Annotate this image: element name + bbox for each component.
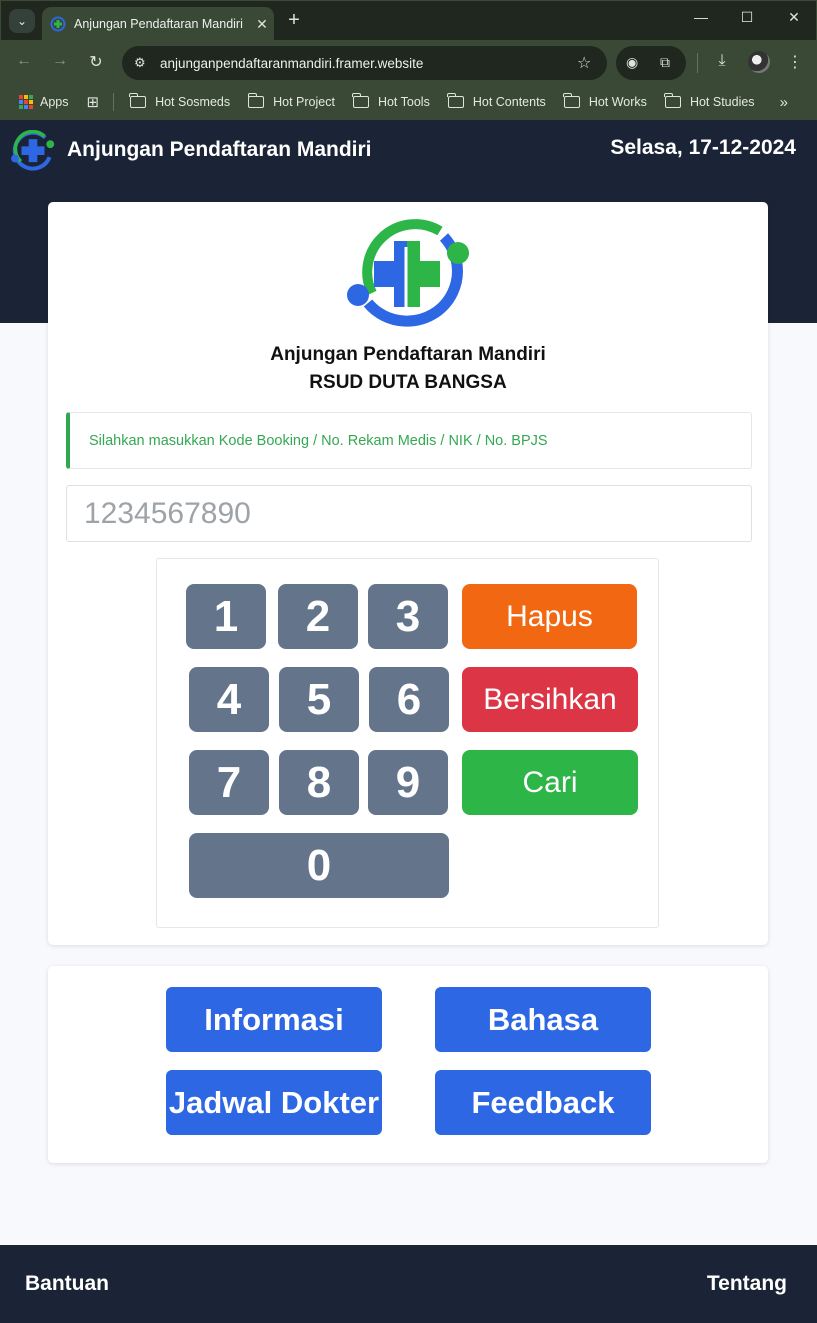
footer: Bantuan Tentang bbox=[0, 1245, 817, 1323]
bookmark-label: Hot Sosmeds bbox=[155, 95, 231, 109]
tentang-link[interactable]: Tentang bbox=[707, 1272, 787, 1296]
new-tab-icon[interactable]: + bbox=[284, 9, 304, 32]
cari-button[interactable]: Cari bbox=[462, 750, 638, 815]
tab-search-button[interactable]: ⌄ bbox=[9, 9, 35, 33]
bookmark-star-icon[interactable]: ☆ bbox=[577, 53, 607, 73]
jadwal-dokter-button[interactable]: Jadwal Dokter bbox=[166, 1070, 382, 1135]
bantuan-link[interactable]: Bantuan bbox=[25, 1272, 109, 1296]
download-icon[interactable]: ⤓ bbox=[711, 52, 733, 70]
folder-icon bbox=[664, 93, 681, 108]
bookmark-label: Hot Contents bbox=[472, 95, 546, 109]
bookmark-label: Hot Project bbox=[273, 95, 335, 109]
camera-icon[interactable]: ◉ bbox=[626, 54, 638, 71]
bookmark-folder[interactable]: Hot Studies bbox=[664, 93, 755, 109]
bookmark-apps[interactable]: Apps bbox=[19, 95, 69, 109]
kebab-menu-icon[interactable]: ⋮ bbox=[784, 52, 806, 72]
key-5[interactable]: 5 bbox=[279, 667, 359, 732]
key-9[interactable]: 9 bbox=[368, 750, 448, 815]
folder-icon bbox=[247, 93, 265, 108]
card-title-line1: Anjungan Pendaftaran Mandiri bbox=[270, 344, 546, 365]
bookmark-folder[interactable]: Hot Works bbox=[563, 93, 647, 109]
hospital-logo-icon bbox=[11, 130, 55, 171]
bookmarks-bar: Apps ⊞ Hot Sosmeds Hot Project Hot Tools… bbox=[0, 84, 817, 120]
header-date: Selasa, 17-12-2024 bbox=[610, 136, 796, 159]
key-7[interactable]: 7 bbox=[189, 750, 269, 815]
bookmarks-overflow-icon[interactable]: » bbox=[780, 94, 788, 111]
header-title: Anjungan Pendaftaran Mandiri bbox=[67, 138, 372, 161]
reload-icon[interactable]: ↻ bbox=[85, 52, 107, 72]
bookmark-label: Hot Tools bbox=[377, 95, 430, 109]
bookmark-label: Hot Studies bbox=[689, 95, 755, 109]
folder-icon bbox=[447, 93, 464, 108]
bahasa-button[interactable]: Bahasa bbox=[435, 987, 651, 1052]
bookmark-folder[interactable]: Hot Contents bbox=[447, 93, 546, 109]
bookmark-label: Hot Works bbox=[588, 95, 647, 109]
folder-icon bbox=[563, 93, 580, 108]
forward-icon[interactable]: → bbox=[49, 52, 71, 70]
key-4[interactable]: 4 bbox=[189, 667, 269, 732]
maximize-icon[interactable]: ☐ bbox=[732, 9, 762, 26]
key-6[interactable]: 6 bbox=[369, 667, 449, 732]
folder-icon bbox=[352, 93, 369, 108]
profile-avatar[interactable] bbox=[748, 51, 770, 73]
toolbar-divider bbox=[697, 53, 698, 73]
bersihkan-button[interactable]: Bersihkan bbox=[462, 667, 638, 732]
tab-title: Anjungan Pendaftaran Mandiri bbox=[74, 17, 243, 31]
key-0[interactable]: 0 bbox=[189, 833, 449, 898]
tab-groups-icon[interactable]: ⊞ bbox=[87, 93, 100, 111]
instruction-text: Silahkan masukkan Kode Booking / No. Rek… bbox=[89, 432, 548, 449]
url-text[interactable]: anjunganpendaftaranmandiri.framer.websit… bbox=[160, 56, 577, 71]
site-favicon-icon bbox=[50, 16, 66, 32]
numeric-keypad: 1 2 3 Hapus 4 5 6 Bersihkan 7 8 9 Cari 0 bbox=[156, 558, 659, 928]
key-1[interactable]: 1 bbox=[186, 584, 266, 649]
feedback-button[interactable]: Feedback bbox=[435, 1070, 651, 1135]
browser-tab-bar: ⌄ Anjungan Pendaftaran Mandiri ✕ + — ☐ ✕ bbox=[0, 0, 817, 41]
bookmark-folder[interactable]: Hot Sosmeds bbox=[129, 93, 231, 109]
bookmark-apps-label: Apps bbox=[40, 95, 69, 109]
instruction-notice: Silahkan masukkan Kode Booking / No. Rek… bbox=[66, 412, 752, 469]
hapus-button[interactable]: Hapus bbox=[462, 584, 637, 649]
bookmarks-separator bbox=[113, 93, 115, 111]
extensions-group: ◉ ⧉ bbox=[616, 46, 686, 80]
address-bar[interactable]: ⚙ anjunganpendaftaranmandiri.framer.webs… bbox=[122, 46, 607, 80]
card-title-line2: RSUD DUTA BANGSA bbox=[309, 372, 507, 393]
key-3[interactable]: 3 bbox=[368, 584, 448, 649]
window-close-icon[interactable]: ✕ bbox=[779, 9, 809, 26]
tab-close-icon[interactable]: ✕ bbox=[250, 16, 274, 33]
key-2[interactable]: 2 bbox=[278, 584, 358, 649]
key-8[interactable]: 8 bbox=[279, 750, 359, 815]
minimize-icon[interactable]: — bbox=[686, 9, 716, 25]
menu-card: Informasi Bahasa Jadwal Dokter Feedback bbox=[48, 966, 768, 1163]
page: Anjungan Pendaftaran Mandiri Selasa, 17-… bbox=[0, 120, 817, 1323]
browser-tab[interactable]: Anjungan Pendaftaran Mandiri ✕ bbox=[42, 7, 274, 41]
folder-icon bbox=[129, 93, 147, 108]
registration-card: Anjungan Pendaftaran Mandiri RSUD DUTA B… bbox=[48, 202, 768, 945]
booking-code-input[interactable] bbox=[66, 485, 752, 542]
bookmark-folder[interactable]: Hot Project bbox=[247, 93, 335, 109]
bookmark-folder[interactable]: Hot Tools bbox=[352, 93, 430, 109]
hospital-logo-icon bbox=[347, 219, 469, 327]
apps-grid-icon bbox=[19, 95, 33, 109]
informasi-button[interactable]: Informasi bbox=[166, 987, 382, 1052]
extensions-puzzle-icon[interactable]: ⧉ bbox=[660, 54, 670, 71]
browser-toolbar: ← → ↻ ⚙ anjunganpendaftaranmandiri.frame… bbox=[0, 40, 817, 84]
back-icon[interactable]: ← bbox=[13, 52, 35, 70]
site-info-icon[interactable]: ⚙ bbox=[134, 55, 156, 71]
